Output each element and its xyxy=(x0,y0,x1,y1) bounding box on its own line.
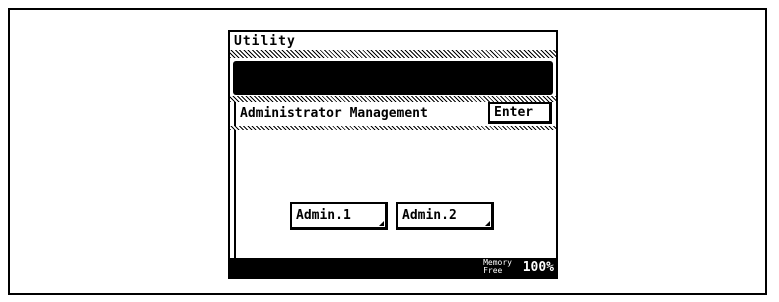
memory-free-label: Memory Free xyxy=(483,259,512,275)
admin-2-label: Admin.2 xyxy=(402,208,457,223)
admin-1-button[interactable]: Admin.1 xyxy=(290,202,388,230)
corner-mark-icon xyxy=(485,221,490,226)
admin-management-row: Administrator Management Enter xyxy=(234,102,552,126)
content-area: Admin.1 Admin.2 xyxy=(234,130,556,260)
admin-2-button[interactable]: Admin.2 xyxy=(396,202,494,230)
enter-button[interactable]: Enter xyxy=(488,102,552,124)
admin-1-label: Admin.1 xyxy=(296,208,351,223)
corner-mark-icon xyxy=(379,221,384,226)
message-bar xyxy=(233,61,553,95)
memory-label-line2: Free xyxy=(483,266,503,275)
control-panel-screen: Utility Administrator Management Enter A… xyxy=(228,30,558,279)
hatch-divider xyxy=(230,50,556,58)
screen-title: Utility xyxy=(234,34,296,49)
title-bar: Utility xyxy=(230,32,556,52)
memory-value: 100% xyxy=(522,260,554,275)
status-bar: Memory Free 100% xyxy=(230,258,556,277)
section-label: Administrator Management xyxy=(240,106,428,121)
